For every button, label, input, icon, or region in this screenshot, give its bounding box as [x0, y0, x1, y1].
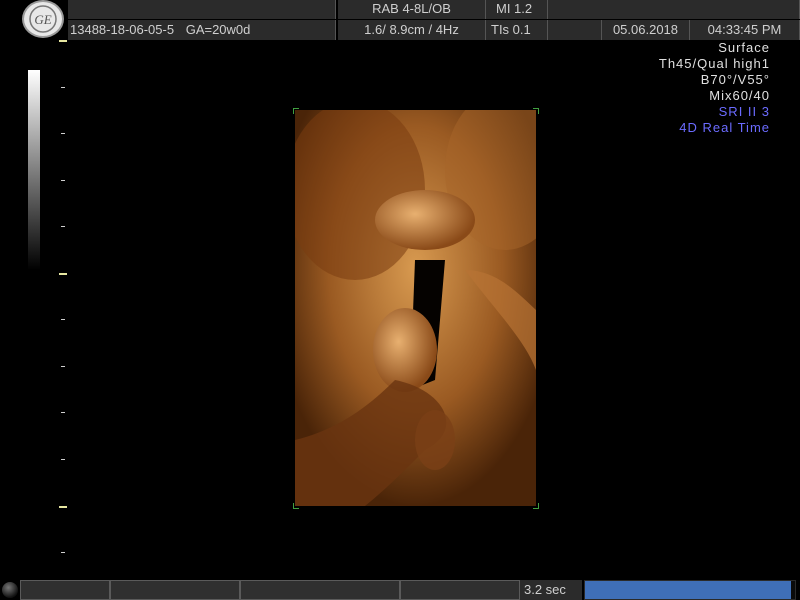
ge-logo-icon: GE: [22, 0, 64, 38]
mi-label: MI 1.2: [486, 0, 548, 19]
depth-tick: [59, 40, 67, 42]
svg-text:GE: GE: [34, 12, 51, 27]
probe-label: RAB 4-8L/OB: [338, 0, 486, 19]
depth-tick: [61, 319, 65, 320]
roi-corner-marker: [293, 503, 299, 509]
cine-progress-fill: [585, 581, 791, 599]
cine-duration: 3.2 sec: [520, 580, 582, 600]
depth-tick: [61, 87, 65, 88]
depth-scale: [55, 40, 75, 580]
depth-tick: [59, 506, 67, 508]
depth-frequency: 1.6/ 8.9cm / 4Hz: [338, 20, 486, 40]
grayscale-bar: [28, 70, 40, 270]
footer-segment[interactable]: [110, 580, 240, 600]
info-line-surface: Surface: [718, 40, 770, 55]
depth-tick: [61, 180, 65, 181]
depth-tick: [61, 133, 65, 134]
header-spacer: [548, 20, 602, 40]
roi-corner-marker: [533, 108, 539, 114]
info-line-quality: Th45/Qual high1: [658, 56, 770, 71]
footer-segment[interactable]: [240, 580, 400, 600]
time-label: 04:33:45 PM: [690, 20, 800, 40]
roi-corner-marker: [533, 503, 539, 509]
depth-tick: [61, 366, 65, 367]
info-line-sri: SRI II 3: [718, 104, 770, 119]
roi-corner-marker: [293, 108, 299, 114]
info-line-4d: 4D Real Time: [679, 120, 770, 135]
tis-label: TIs 0.1: [486, 20, 548, 40]
header-blank-right: [548, 0, 800, 19]
patient-id: 13488-18-06-05-5: [70, 22, 175, 37]
depth-tick: [61, 459, 65, 460]
date-label: 05.06.2018: [602, 20, 690, 40]
trackball-icon: [2, 582, 18, 598]
footer-segment[interactable]: [400, 580, 520, 600]
depth-tick: [61, 552, 65, 553]
patient-info: 13488-18-06-05-5 GA=20w0d: [68, 20, 336, 40]
header-bar: GE RAB 4-8L/OB MI 1.2 13488-18-06-05-5 G…: [0, 0, 800, 40]
info-line-angles: B70°/V55°: [700, 72, 770, 87]
header-blank: [68, 0, 336, 19]
acquisition-info: Surface Th45/Qual high1 B70°/V55° Mix60/…: [659, 40, 770, 136]
depth-tick: [61, 412, 65, 413]
footer-segment[interactable]: [20, 580, 110, 600]
depth-tick: [61, 226, 65, 227]
gestational-age: GA=20w0d: [185, 22, 251, 37]
cine-progress-bar[interactable]: [584, 580, 796, 600]
depth-tick: [59, 273, 67, 275]
info-line-mix: Mix60/40: [709, 88, 770, 103]
ultrasound-3d-render[interactable]: [295, 110, 536, 506]
render-image: [295, 110, 536, 506]
